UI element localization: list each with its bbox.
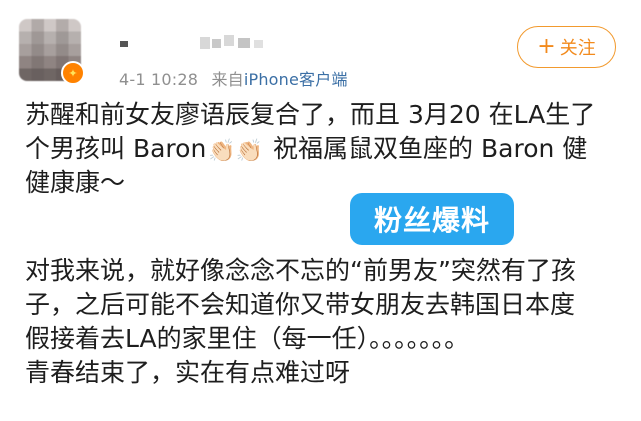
post-content: 苏醒和前女友廖语辰复合了，而且 3月20 在LA生了 个男孩叫 Baron👏🏻👏… <box>25 98 625 390</box>
post-paragraph-2: 对我来说，就好像念念不忘的“前男友”突然有了孩 子，之后可能不会知道你又带女朋友… <box>25 254 625 390</box>
text-segment: 祝福属鼠双鱼座的 Baron 健 <box>265 134 588 163</box>
fan-leak-badge: 粉丝爆料 <box>350 193 514 245</box>
follow-button[interactable]: + 关注 <box>517 26 616 68</box>
v-badge-icon: ✦ <box>61 61 85 85</box>
user-avatar[interactable]: ✦ <box>19 19 85 85</box>
source-prefix: 来自 <box>211 70 244 89</box>
text-line: 苏醒和前女友廖语辰复合了，而且 3月20 在LA生了 <box>25 100 596 129</box>
follow-label: 关注 <box>559 38 596 59</box>
text-line: 个男孩叫 Baron👏🏻👏🏻 祝福属鼠双鱼座的 Baron 健 <box>25 132 625 166</box>
text-line: 假接着去LA的家里住（每一任）。。。。。。。 <box>25 324 470 353</box>
clapping-hands-icon: 👏🏻👏🏻 <box>208 139 264 164</box>
post-timestamp: 4-1 10:28 <box>119 70 199 89</box>
text-line: 健康康～ <box>25 168 126 197</box>
text-segment: 个男孩叫 Baron <box>25 134 207 163</box>
username-redacted[interactable] <box>120 35 270 53</box>
plus-icon: + <box>537 34 556 59</box>
post-meta: 4-1 10:28 来自iPhone客户端 <box>119 66 348 90</box>
text-line: 青春结束了，实在有点难过呀 <box>25 358 351 387</box>
text-line: 对我来说，就好像念念不忘的“前男友”突然有了孩 <box>25 256 576 285</box>
source-app-link[interactable]: iPhone客户端 <box>244 70 348 89</box>
text-line: 子，之后可能不会知道你又带女朋友去韩国日本度 <box>25 290 576 319</box>
post-paragraph-1: 苏醒和前女友廖语辰复合了，而且 3月20 在LA生了 个男孩叫 Baron👏🏻👏… <box>25 98 625 200</box>
